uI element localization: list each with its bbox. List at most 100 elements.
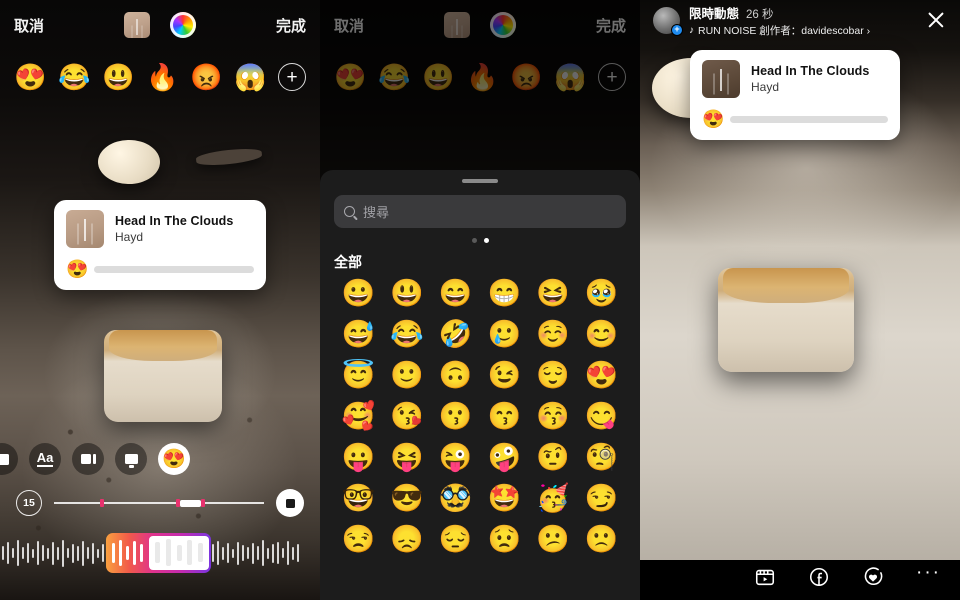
emoji-cell-4-1[interactable]: 😝: [383, 444, 432, 471]
story-music-line[interactable]: ♪ RUN NOISE 創作者：davidescobar ›: [689, 23, 916, 38]
music-sticker-card[interactable]: Head In The Clouds Hayd 😍: [54, 200, 266, 290]
emoji-cell-0-4[interactable]: 😆: [529, 280, 578, 307]
emoji-cell-4-4[interactable]: 🤨: [529, 444, 578, 471]
picker-done-button[interactable]: 完成: [596, 15, 626, 36]
audio-waveform[interactable]: [0, 533, 320, 573]
done-button[interactable]: 完成: [276, 15, 306, 36]
trim-marker-start[interactable]: [100, 499, 105, 507]
quick-emoji-3[interactable]: 🔥: [146, 64, 178, 90]
emoji-cell-3-5[interactable]: 😋: [577, 403, 626, 430]
emoji-cell-3-4[interactable]: 😚: [529, 403, 578, 430]
emoji-cell-1-2[interactable]: 🤣: [431, 321, 480, 348]
picker-cancel-button[interactable]: 取消: [334, 15, 364, 36]
waveform-selection[interactable]: [105, 533, 212, 573]
trim-slider-track[interactable]: [54, 499, 264, 507]
avatar[interactable]: +: [653, 6, 683, 36]
emoji-cell-4-5[interactable]: 🧐: [577, 444, 626, 471]
quick-emoji-2[interactable]: 😃: [102, 64, 134, 90]
emoji-cell-2-4[interactable]: 😌: [529, 362, 578, 389]
duration-badge[interactable]: 15: [16, 490, 42, 516]
picker-quick-emoji-3[interactable]: 🔥: [466, 64, 498, 90]
emoji-cell-0-0[interactable]: 😀: [334, 280, 383, 307]
emoji-cell-6-5[interactable]: 🙁: [577, 526, 626, 553]
emoji-cell-2-5[interactable]: 😍: [577, 362, 626, 389]
emoji-cell-0-1[interactable]: 😃: [383, 280, 432, 307]
facebook-icon[interactable]: [808, 566, 830, 588]
emoji-cell-3-0[interactable]: 🥰: [334, 403, 383, 430]
emoji-slider[interactable]: 😍: [66, 260, 254, 278]
picker-color-wheel-icon[interactable]: [490, 12, 516, 38]
add-emoji-button[interactable]: +: [278, 63, 306, 91]
effects-tool-button[interactable]: [72, 443, 104, 475]
emoji-cell-3-1[interactable]: 😘: [383, 403, 432, 430]
album-art-icon[interactable]: [124, 12, 150, 38]
picker-quick-emoji-1[interactable]: 😂: [378, 64, 410, 90]
text-tool-button[interactable]: Aa: [29, 443, 61, 475]
avatar-add-badge[interactable]: +: [671, 23, 683, 36]
page-dot-2[interactable]: [483, 238, 489, 243]
cancel-button[interactable]: 取消: [14, 15, 44, 36]
color-wheel-icon[interactable]: [170, 12, 196, 38]
quick-emoji-0[interactable]: 😍: [14, 64, 46, 90]
emoji-cell-0-5[interactable]: 🥹: [577, 280, 626, 307]
record-stop-button[interactable]: [276, 489, 304, 517]
picker-album-art-icon[interactable]: [444, 12, 470, 38]
story-music-credit[interactable]: RUN NOISE 創作者：davidescobar ›: [698, 23, 870, 38]
emoji-cell-5-5[interactable]: 😏: [577, 485, 626, 512]
search-input[interactable]: 搜尋: [334, 195, 626, 228]
emoji-cell-6-4[interactable]: 😕: [529, 526, 578, 553]
story-emoji-slider-handle[interactable]: 😍: [702, 110, 724, 128]
heart-icon[interactable]: [862, 566, 884, 588]
emoji-cell-3-2[interactable]: 😗: [431, 403, 480, 430]
draw-tool-button[interactable]: [115, 443, 147, 475]
picker-quick-emoji-5[interactable]: 😱: [554, 64, 586, 90]
emoji-cell-1-5[interactable]: 😊: [577, 321, 626, 348]
emoji-cell-4-0[interactable]: 😛: [334, 444, 383, 471]
picker-quick-emoji-0[interactable]: 😍: [334, 64, 366, 90]
picker-add-emoji-button[interactable]: +: [598, 63, 626, 91]
picker-quick-emoji-2[interactable]: 😃: [422, 64, 454, 90]
emoji-cell-2-0[interactable]: 😇: [334, 362, 383, 389]
emoji-slider-track[interactable]: [94, 265, 254, 273]
trim-marker-right[interactable]: [201, 499, 205, 507]
picker-quick-emoji-4[interactable]: 😡: [510, 64, 542, 90]
emoji-cell-5-1[interactable]: 😎: [383, 485, 432, 512]
sheet-drag-handle[interactable]: [462, 179, 498, 183]
emoji-cell-2-2[interactable]: 🙃: [431, 362, 480, 389]
story-emoji-slider-track[interactable]: [730, 115, 888, 123]
emoji-grid: 😀 😃 😄 😁 😆 🥹 😅 😂 🤣 🥲 ☺️ 😊 😇 🙂 🙃 😉 😌 😍 🥰 😘 😗 😙 😚 😋 😛 😝 😜 🤪 🤨 🧐 🤓 😎 🥸 🤩 🥳 😏 😒 😞 😔…: [334, 280, 626, 553]
emoji-cell-5-3[interactable]: 🤩: [480, 485, 529, 512]
emoji-cell-6-2[interactable]: 😔: [431, 526, 480, 553]
emoji-cell-1-4[interactable]: ☺️: [529, 321, 578, 348]
quick-emoji-1[interactable]: 😂: [58, 64, 90, 90]
emoji-cell-1-3[interactable]: 🥲: [480, 321, 529, 348]
quick-emoji-5[interactable]: 😱: [234, 64, 266, 90]
emoji-cell-5-2[interactable]: 🥸: [431, 485, 480, 512]
story-emoji-slider[interactable]: 😍: [702, 110, 888, 128]
emoji-cell-4-3[interactable]: 🤪: [480, 444, 529, 471]
close-icon[interactable]: [925, 9, 947, 31]
emoji-cell-2-3[interactable]: 😉: [480, 362, 529, 389]
emoji-cell-6-3[interactable]: 😟: [480, 526, 529, 553]
emoji-cell-4-2[interactable]: 😜: [431, 444, 480, 471]
emoji-cell-1-0[interactable]: 😅: [334, 321, 383, 348]
emoji-cell-6-1[interactable]: 😞: [383, 526, 432, 553]
emoji-cell-2-1[interactable]: 🙂: [383, 362, 432, 389]
emoji-cell-0-3[interactable]: 😁: [480, 280, 529, 307]
emoji-slider-tool-button[interactable]: 😍: [158, 443, 190, 475]
emoji-cell-5-0[interactable]: 🤓: [334, 485, 383, 512]
emoji-cell-6-0[interactable]: 😒: [334, 526, 383, 553]
emoji-cell-5-4[interactable]: 🥳: [529, 485, 578, 512]
emoji-slider-handle[interactable]: 😍: [66, 260, 88, 278]
reels-icon[interactable]: [754, 566, 776, 588]
emoji-cell-1-1[interactable]: 😂: [383, 321, 432, 348]
story-music-sticker-card[interactable]: Head In The Clouds Hayd 😍: [690, 50, 900, 140]
emoji-cell-0-2[interactable]: 😄: [431, 280, 480, 307]
emoji-cell-3-3[interactable]: 😙: [480, 403, 529, 430]
more-icon[interactable]: ···: [916, 563, 939, 588]
quick-emoji-4[interactable]: 😡: [190, 64, 222, 90]
waveform-bar: [267, 547, 269, 559]
page-dot-1[interactable]: [471, 238, 477, 243]
trim-selection[interactable]: [180, 499, 201, 507]
sticker-tool-button[interactable]: [0, 443, 18, 475]
